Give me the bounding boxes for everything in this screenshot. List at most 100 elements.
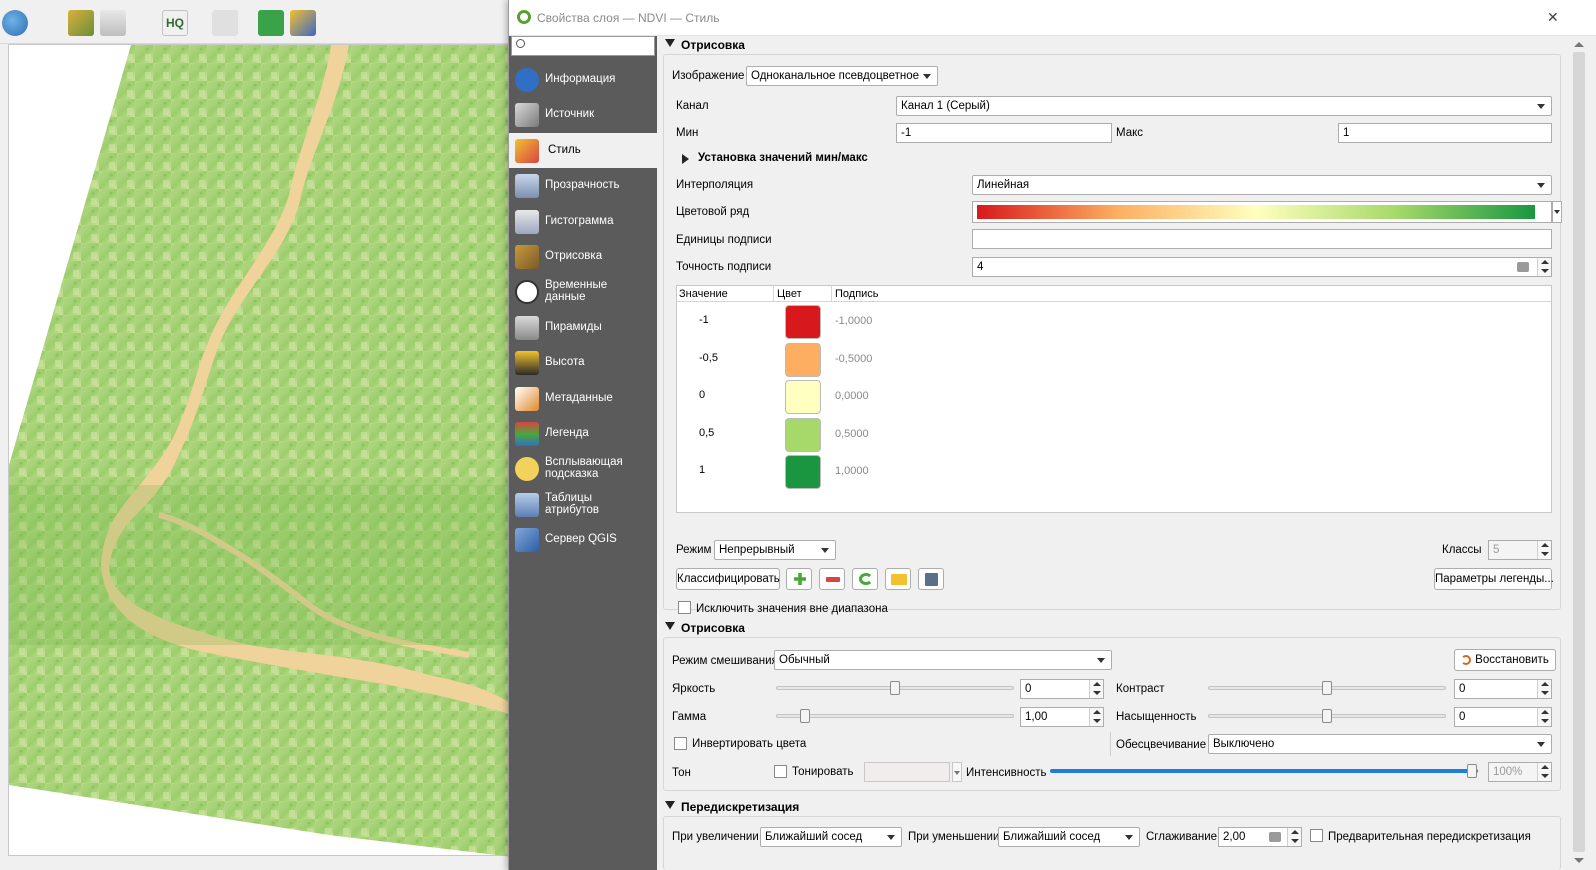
color-ramp-dropdown[interactable] (1552, 201, 1562, 223)
class-label[interactable]: 1,0000 (835, 465, 869, 477)
class-value[interactable]: 1 (699, 464, 705, 476)
mode-combo[interactable]: Непрерывный (714, 540, 836, 560)
classify-button[interactable]: Классифицировать (676, 568, 780, 590)
save-icon[interactable] (918, 568, 944, 590)
table-row[interactable]: 1 1,0000 (677, 452, 1551, 489)
class-color-swatch[interactable] (785, 380, 821, 414)
class-value[interactable]: 0,5 (699, 427, 714, 439)
color-rendering-header[interactable]: Отрисовка (659, 619, 1565, 637)
classes-spinbox[interactable]: 5 (1488, 540, 1552, 560)
load-folder-icon[interactable] (885, 568, 911, 590)
identify-tools-icon[interactable] (68, 10, 94, 36)
class-label[interactable]: -0,5000 (835, 353, 872, 365)
remove-class-icon[interactable] (819, 568, 845, 590)
add-class-icon[interactable] (786, 568, 812, 590)
table-row[interactable]: -1 -1,0000 (677, 302, 1551, 339)
spin-buttons[interactable] (1537, 258, 1551, 276)
strength-spinbox[interactable]: 100% (1488, 762, 1552, 782)
class-color-swatch[interactable] (785, 305, 821, 339)
sidebar-search[interactable] (511, 36, 655, 56)
hq-icon[interactable]: HQ (162, 10, 188, 36)
minmax-subsection[interactable]: Установка значений мин/макс (680, 151, 1080, 167)
class-label[interactable]: 0,0000 (835, 390, 869, 402)
invert-colors-icon[interactable] (852, 568, 878, 590)
render-type-combo[interactable]: Одноканальное псевдоцветное (746, 66, 938, 86)
sidebar-item[interactable]: Метаданные (509, 381, 657, 416)
contrast-slider[interactable] (1208, 681, 1446, 695)
early-resampling-checkbox[interactable] (1310, 829, 1323, 842)
colorize-color-dropdown[interactable] (952, 762, 962, 782)
map-canvas[interactable] (8, 44, 513, 857)
sidebar-item[interactable]: Пирамиды (509, 310, 657, 345)
saturation-slider-handle[interactable] (1322, 709, 1332, 723)
spin-buttons[interactable] (1537, 763, 1551, 781)
table-row[interactable]: 0 0,0000 (677, 377, 1551, 414)
clear-icon[interactable] (1517, 262, 1529, 272)
label-precision-field[interactable]: 4 (972, 257, 1552, 277)
scroll-up-icon[interactable] (1574, 42, 1584, 47)
color-ramp-button[interactable] (972, 201, 1552, 223)
sidebar-item[interactable]: Стиль (509, 132, 657, 168)
spin-buttons[interactable] (1287, 828, 1301, 846)
clear-icon[interactable] (1269, 832, 1281, 842)
resampling-header[interactable]: Передискретизация (659, 798, 1565, 816)
label-unit-field[interactable] (972, 229, 1552, 249)
zoomed-in-combo[interactable]: Ближайший сосед (760, 827, 902, 847)
colorize-checkbox[interactable] (774, 765, 787, 778)
strength-slider[interactable] (1050, 764, 1478, 778)
class-color-swatch[interactable] (785, 342, 821, 377)
spin-buttons[interactable] (1089, 708, 1103, 726)
sidebar-item[interactable]: Источник (509, 97, 657, 132)
grayscale-combo[interactable]: Выключено (1208, 734, 1552, 754)
band-rendering-header[interactable]: Отрисовка (659, 36, 1565, 54)
gamma-slider[interactable] (776, 709, 1014, 723)
brightness-slider[interactable] (776, 681, 1014, 695)
sidebar-item[interactable]: Всплывающая подсказка (509, 451, 657, 486)
contrast-spinbox[interactable]: 0 (1454, 679, 1552, 699)
max-field[interactable]: 1 (1338, 123, 1552, 143)
min-field[interactable]: -1 (896, 123, 1112, 143)
search-input[interactable] (530, 38, 650, 54)
class-label[interactable]: 0,5000 (835, 428, 869, 440)
band-combo[interactable]: Канал 1 (Серый) (896, 96, 1552, 116)
sidebar-item[interactable]: Гистограмма (509, 204, 657, 239)
invert-colors-checkbox[interactable] (674, 737, 687, 750)
strength-slider-handle[interactable] (1467, 764, 1477, 778)
class-color-swatch[interactable] (785, 417, 821, 452)
table-tool-icon[interactable] (100, 10, 126, 36)
vertical-scrollbar[interactable] (1565, 36, 1595, 870)
sidebar-item[interactable]: Информация (509, 62, 657, 97)
class-value[interactable]: -0,5 (699, 352, 718, 364)
sidebar-item[interactable]: Отрисовка (509, 239, 657, 274)
gamma-spinbox[interactable]: 1,00 (1020, 707, 1104, 727)
sidebar-item[interactable]: Высота (509, 345, 657, 380)
colorize-color-button[interactable] (864, 762, 950, 782)
measure-icon[interactable] (212, 10, 238, 36)
brightness-slider-handle[interactable] (890, 681, 900, 695)
zoom-layer-icon[interactable] (258, 10, 284, 36)
globe-icon[interactable] (2, 10, 28, 36)
spin-buttons[interactable] (1537, 708, 1551, 726)
sidebar-item[interactable]: Временные данные (509, 274, 657, 309)
table-row[interactable]: -0,5 -0,5000 (677, 340, 1551, 377)
spin-buttons[interactable] (1537, 541, 1551, 559)
zoomed-out-combo[interactable]: Ближайший сосед (998, 827, 1140, 847)
legend-settings-button[interactable]: Параметры легенды... (1434, 568, 1554, 590)
saturation-spinbox[interactable]: 0 (1454, 707, 1552, 727)
scrollbar-thumb[interactable] (1573, 52, 1585, 852)
spin-buttons[interactable] (1089, 680, 1103, 698)
sidebar-item[interactable]: Сервер QGIS (509, 522, 657, 557)
gamma-slider-handle[interactable] (800, 709, 810, 723)
blend-mode-combo[interactable]: Обычный (774, 650, 1112, 670)
oversampling-spinbox[interactable]: 2,00 (1218, 827, 1302, 847)
interpolation-combo[interactable]: Линейная (972, 175, 1552, 195)
close-icon[interactable]: ✕ (1547, 9, 1559, 26)
spin-buttons[interactable] (1537, 680, 1551, 698)
saturation-slider[interactable] (1208, 709, 1446, 723)
contrast-slider-handle[interactable] (1322, 681, 1332, 695)
sidebar-item[interactable]: Легенда (509, 416, 657, 451)
class-value[interactable]: -1 (699, 314, 709, 326)
table-row[interactable]: 0,5 0,5000 (677, 415, 1551, 452)
class-label[interactable]: -1,0000 (835, 315, 872, 327)
brightness-spinbox[interactable]: 0 (1020, 679, 1104, 699)
